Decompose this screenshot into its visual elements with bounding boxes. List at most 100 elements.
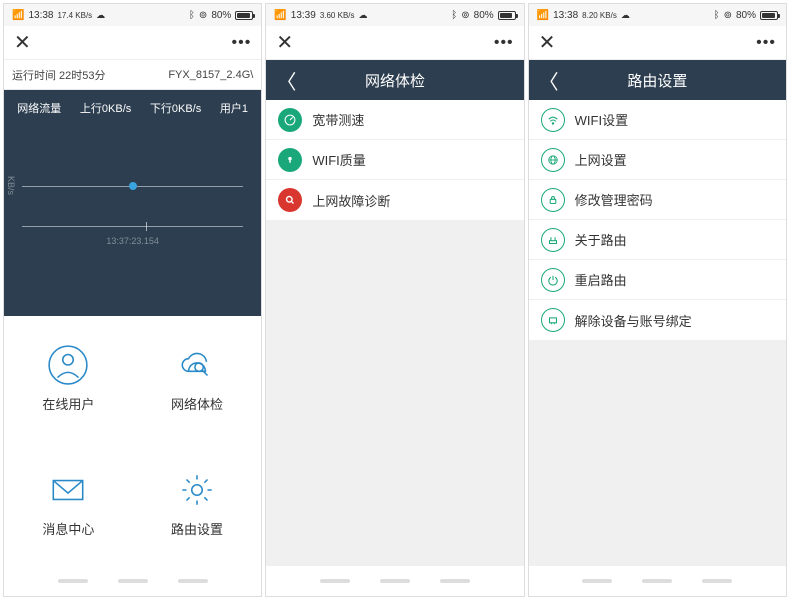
graph-timestamp: 13:37:23.154 [4, 236, 261, 246]
metric-down: 下行0KB/s [150, 100, 201, 116]
menu-item-label: 重启路由 [575, 270, 627, 289]
wifi-icon: ⊚ [724, 10, 732, 21]
menu-item-unbind[interactable]: 解除设备与账号绑定 [529, 300, 786, 340]
battery-icon [235, 11, 253, 20]
net-speed: 17.4 KB/s [57, 11, 92, 20]
gear-icon [176, 469, 218, 511]
menu-item-wifi-settings[interactable]: WIFI设置 [529, 100, 786, 140]
menu-item-label: 修改管理密码 [575, 190, 653, 209]
page-header: 〈 网络体检 [266, 60, 523, 100]
metric-up: 上行0KB/s [80, 100, 131, 116]
status-bar: 📶 13:38 8.20 KB/s ☁ ᛒ ⊚ 80% [529, 4, 786, 26]
keyhole-icon [278, 148, 302, 172]
bluetooth-icon: ᛒ [714, 10, 720, 21]
cloud-icon: ☁ [96, 10, 105, 21]
menu-item-fault-diagnosis[interactable]: 上网故障诊断 [266, 180, 523, 220]
y-axis-label: KB/s [6, 176, 16, 195]
menu-item-about-router[interactable]: 关于路由 [529, 220, 786, 260]
menu-item-label: WIFI设置 [575, 110, 628, 129]
android-nav [4, 566, 261, 596]
signal-icon: 📶 [537, 10, 549, 21]
more-icon[interactable]: ••• [232, 34, 252, 52]
gauge-icon [278, 108, 302, 132]
page-header: 〈 路由设置 [529, 60, 786, 100]
close-icon[interactable]: ✕ [276, 30, 293, 55]
menu-item-internet-settings[interactable]: 上网设置 [529, 140, 786, 180]
menu-item-label: 上网故障诊断 [312, 191, 390, 210]
cloud-icon: ☁ [621, 10, 630, 21]
battery-icon [760, 11, 778, 20]
menu-item-label: 宽带测速 [312, 110, 364, 129]
clock: 13:39 [291, 10, 316, 21]
user-icon [47, 344, 89, 386]
status-bar: 📶 13:38 17.4 KB/s ☁ ᛒ ⊚ 80% [4, 4, 261, 26]
close-icon[interactable]: ✕ [14, 30, 31, 55]
network-check-label: 网络体检 [171, 394, 223, 413]
menu-item-speedtest[interactable]: 宽带测速 [266, 100, 523, 140]
net-speed: 3.60 KB/s [320, 11, 355, 20]
battery-pct: 80% [474, 10, 494, 21]
screen-network-check: 📶 13:39 3.60 KB/s ☁ ᛒ ⊚ 80% ✕ ••• 〈 网络体检 [265, 3, 524, 597]
menu-item-reboot[interactable]: 重启路由 [529, 260, 786, 300]
globe-icon [541, 148, 565, 172]
router-settings-button[interactable]: 路由设置 [133, 441, 262, 566]
wifi-icon [541, 108, 565, 132]
clock: 13:38 [553, 10, 578, 21]
android-nav [266, 566, 523, 596]
menu-item-label: 关于路由 [575, 230, 627, 249]
runtime-label: 运行时间 22时53分 [12, 67, 106, 83]
menu-list: 宽带测速 WIFI质量 上网故障诊断 [266, 100, 523, 566]
router-settings-label: 路由设置 [171, 519, 223, 538]
battery-icon [498, 11, 516, 20]
signal-icon: 📶 [12, 10, 24, 21]
more-icon[interactable]: ••• [494, 34, 514, 52]
online-users-label: 在线用户 [42, 394, 94, 413]
unbind-icon [541, 308, 565, 332]
more-icon[interactable]: ••• [756, 34, 776, 52]
net-speed: 8.20 KB/s [582, 11, 617, 20]
traffic-graph[interactable]: KB/s 13:37:23.154 [4, 126, 261, 316]
wifi-icon: ⊚ [199, 10, 207, 21]
network-check-button[interactable]: 网络体检 [133, 316, 262, 441]
graph-point [129, 182, 137, 190]
mail-icon [47, 469, 89, 511]
router-icon [541, 228, 565, 252]
bluetooth-icon: ᛒ [451, 10, 457, 21]
back-icon[interactable]: 〈 [266, 66, 306, 95]
traffic-panel: 网络流量 上行0KB/s 下行0KB/s 用户1 KB/s 13:37:23.1… [4, 90, 261, 316]
ssid-label: FYX_8157_2.4G\ [168, 69, 253, 81]
lock-icon [541, 188, 565, 212]
menu-item-label: 解除设备与账号绑定 [575, 311, 692, 330]
bluetooth-icon: ᛒ [189, 10, 195, 21]
clock: 13:38 [28, 10, 53, 21]
message-center-button[interactable]: 消息中心 [4, 441, 133, 566]
nav-bar: ✕ ••• [529, 26, 786, 60]
magnify-icon [278, 188, 302, 212]
menu-item-change-password[interactable]: 修改管理密码 [529, 180, 786, 220]
signal-icon: 📶 [274, 10, 286, 21]
close-icon[interactable]: ✕ [539, 30, 556, 55]
screen-dashboard: 📶 13:38 17.4 KB/s ☁ ᛒ ⊚ 80% ✕ ••• 运行时间 2… [3, 3, 262, 597]
battery-pct: 80% [211, 10, 231, 21]
menu-item-label: 上网设置 [575, 150, 627, 169]
metric-flow: 网络流量 [17, 100, 61, 116]
power-icon [541, 268, 565, 292]
screen-router-settings: 📶 13:38 8.20 KB/s ☁ ᛒ ⊚ 80% ✕ ••• 〈 路由设置 [528, 3, 787, 597]
battery-pct: 80% [736, 10, 756, 21]
nav-bar: ✕ ••• [4, 26, 261, 60]
menu-item-label: WIFI质量 [312, 150, 365, 169]
back-icon[interactable]: 〈 [529, 66, 569, 95]
metric-user: 用户1 [220, 100, 248, 116]
status-bar: 📶 13:39 3.60 KB/s ☁ ᛒ ⊚ 80% [266, 4, 523, 26]
action-grid: 在线用户 网络体检 消息中心 路由设置 [4, 316, 261, 566]
message-center-label: 消息中心 [42, 519, 94, 538]
cloud-search-icon [176, 344, 218, 386]
menu-item-wifi-quality[interactable]: WIFI质量 [266, 140, 523, 180]
wifi-icon: ⊚ [461, 10, 469, 21]
info-strip: 运行时间 22时53分 FYX_8157_2.4G\ [4, 60, 261, 90]
menu-list: WIFI设置 上网设置 修改管理密码 关于路由 [529, 100, 786, 566]
android-nav [529, 566, 786, 596]
nav-bar: ✕ ••• [266, 26, 523, 60]
online-users-button[interactable]: 在线用户 [4, 316, 133, 441]
cloud-icon: ☁ [359, 10, 368, 21]
